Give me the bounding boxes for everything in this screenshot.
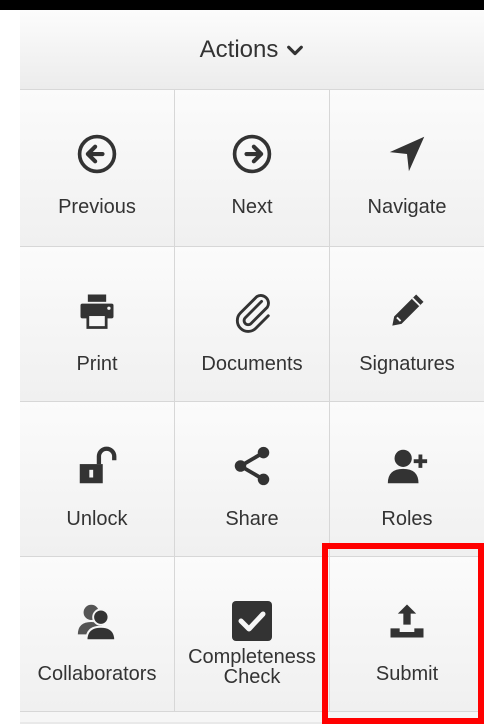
navigate-button[interactable]: Navigate [330, 90, 484, 247]
tile-label-line2: Check [223, 666, 281, 688]
unlock-button[interactable]: Unlock [20, 402, 175, 557]
signatures-button[interactable]: Signatures [330, 247, 484, 402]
print-button[interactable]: Print [20, 247, 175, 402]
actions-title: Actions [199, 35, 279, 63]
submit-button[interactable]: Submit [330, 557, 484, 712]
checkbox-icon [224, 593, 280, 649]
chevron-down-icon [286, 41, 304, 59]
share-button[interactable]: Share [175, 402, 330, 557]
roles-button[interactable]: Roles [330, 402, 484, 557]
users-icon [69, 593, 125, 649]
navigate-arrow-icon [379, 126, 435, 182]
printer-icon [69, 283, 125, 339]
actions-grid: Previous Next Navigate Print Documents S… [20, 90, 484, 724]
tile-label: Share [225, 508, 279, 530]
tile-label: Submit [375, 663, 439, 685]
unlock-icon [69, 438, 125, 494]
previous-circle-arrow-icon [69, 126, 125, 182]
paperclip-icon [224, 283, 280, 339]
previous-button[interactable]: Previous [20, 90, 175, 247]
collaborators-button[interactable]: Collaborators [20, 557, 175, 712]
tile-label: Previous [58, 196, 136, 218]
tile-label: Signatures [359, 353, 455, 375]
tile-label: Completeness Check [175, 647, 329, 687]
user-plus-icon [379, 438, 435, 494]
tile-label: Navigate [367, 196, 447, 218]
tile-label-line1: Completeness [188, 646, 316, 668]
tile-label: Collaborators [37, 663, 157, 685]
tile-label: Unlock [66, 508, 128, 530]
next-button[interactable]: Next [175, 90, 330, 247]
tile-label: Print [76, 353, 118, 375]
tile-label: Next [231, 196, 273, 218]
pencil-icon [379, 283, 435, 339]
tile-label: Documents [201, 353, 303, 375]
completeness-check-button[interactable]: Completeness Check [175, 557, 330, 712]
documents-button[interactable]: Documents [175, 247, 330, 402]
next-circle-arrow-icon [224, 126, 280, 182]
actions-dropdown-header[interactable]: Actions [20, 10, 484, 90]
top-bar [0, 0, 484, 10]
tile-label: Roles [381, 508, 433, 530]
upload-tray-icon [379, 593, 435, 649]
share-icon [224, 438, 280, 494]
actions-panel: Actions Previous Next Navigate Print Doc… [20, 10, 484, 724]
